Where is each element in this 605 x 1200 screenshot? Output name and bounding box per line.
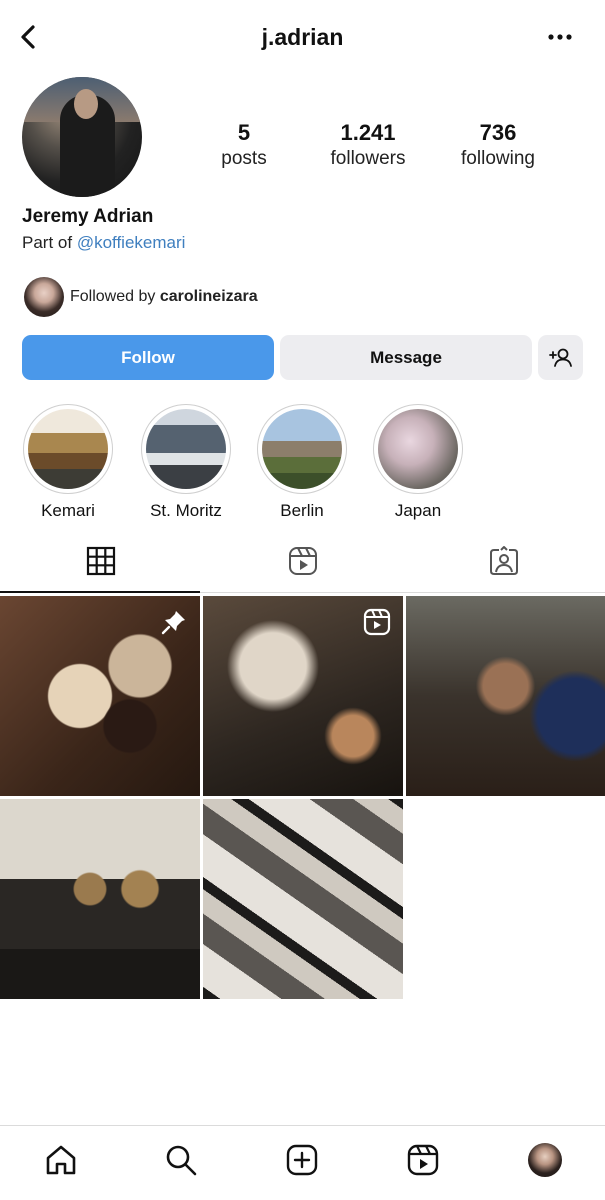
profile-full-name: Jeremy Adrian bbox=[22, 206, 154, 227]
tab-tagged[interactable] bbox=[403, 530, 605, 592]
active-tab-indicator bbox=[0, 591, 200, 593]
profile-tabs bbox=[0, 530, 605, 594]
create-icon bbox=[285, 1143, 319, 1177]
tagged-icon bbox=[488, 545, 520, 577]
reels-icon bbox=[287, 545, 319, 577]
profile-avatar[interactable] bbox=[22, 77, 142, 197]
add-user-icon bbox=[548, 345, 574, 371]
profile-avatar-icon bbox=[528, 1143, 562, 1177]
post-tile[interactable] bbox=[203, 799, 403, 999]
home-icon bbox=[44, 1143, 78, 1177]
highlight-label: Japan bbox=[394, 501, 442, 520]
search-icon bbox=[164, 1143, 198, 1177]
highlight-kemari[interactable]: Kemari bbox=[23, 404, 113, 521]
nav-search[interactable] bbox=[161, 1140, 201, 1180]
highlight-cover bbox=[28, 409, 108, 489]
highlight-label: Berlin bbox=[280, 501, 324, 520]
follower-avatar bbox=[24, 277, 64, 317]
stat-following[interactable]: 736 following bbox=[448, 120, 548, 172]
stat-followers-value: 1.241 bbox=[340, 120, 396, 145]
stat-posts-label: posts bbox=[221, 148, 267, 169]
bio-mention-link[interactable]: @koffiekemari bbox=[77, 233, 186, 252]
nav-profile[interactable] bbox=[525, 1140, 565, 1180]
nav-home[interactable] bbox=[41, 1140, 81, 1180]
tab-posts-grid[interactable] bbox=[0, 530, 202, 592]
post-tile[interactable] bbox=[0, 799, 200, 999]
followed-by-username: carolineizara bbox=[159, 288, 258, 305]
profile-bio: Part of @koffiekemari bbox=[22, 233, 185, 253]
highlight-berlin[interactable]: Berlin bbox=[257, 404, 347, 521]
tab-reels[interactable] bbox=[202, 530, 404, 592]
stat-followers-label: followers bbox=[330, 148, 406, 169]
stat-following-value: 736 bbox=[479, 120, 517, 145]
grid-icon bbox=[86, 546, 116, 576]
nav-reels[interactable] bbox=[403, 1140, 443, 1180]
follow-button[interactable]: Follow bbox=[22, 335, 274, 380]
more-horizontal-icon[interactable] bbox=[545, 22, 575, 52]
highlight-label: St. Moritz bbox=[150, 501, 222, 520]
top-bar: j.adrian bbox=[0, 0, 605, 76]
highlight-cover bbox=[378, 409, 458, 489]
stat-followers[interactable]: 1.241 followers bbox=[318, 120, 418, 172]
stat-posts: 5 posts bbox=[204, 120, 284, 172]
followed-by-text: Followed by carolineizara bbox=[70, 288, 258, 306]
reels-icon bbox=[406, 1143, 440, 1177]
highlight-st-moritz[interactable]: St. Moritz bbox=[141, 404, 231, 521]
nav-create[interactable] bbox=[282, 1140, 322, 1180]
highlight-cover bbox=[146, 409, 226, 489]
stat-posts-value: 5 bbox=[237, 120, 251, 145]
highlight-label: Kemari bbox=[41, 501, 95, 520]
highlight-cover bbox=[262, 409, 342, 489]
bottom-navigation bbox=[0, 1125, 605, 1200]
followed-by-row[interactable]: Followed by carolineizara bbox=[24, 277, 258, 317]
reel-icon bbox=[363, 608, 391, 636]
followed-by-prefix: Followed by bbox=[70, 288, 156, 305]
bio-text: Part of bbox=[22, 233, 73, 252]
post-tile[interactable] bbox=[203, 596, 403, 796]
profile-username: j.adrian bbox=[261, 24, 344, 50]
highlight-japan[interactable]: Japan bbox=[373, 404, 463, 521]
message-button[interactable]: Message bbox=[280, 335, 532, 380]
stat-following-label: following bbox=[461, 148, 535, 169]
suggested-users-button[interactable] bbox=[538, 335, 583, 380]
post-tile[interactable] bbox=[0, 596, 200, 796]
pin-icon bbox=[160, 608, 188, 636]
post-tile[interactable] bbox=[406, 596, 605, 796]
